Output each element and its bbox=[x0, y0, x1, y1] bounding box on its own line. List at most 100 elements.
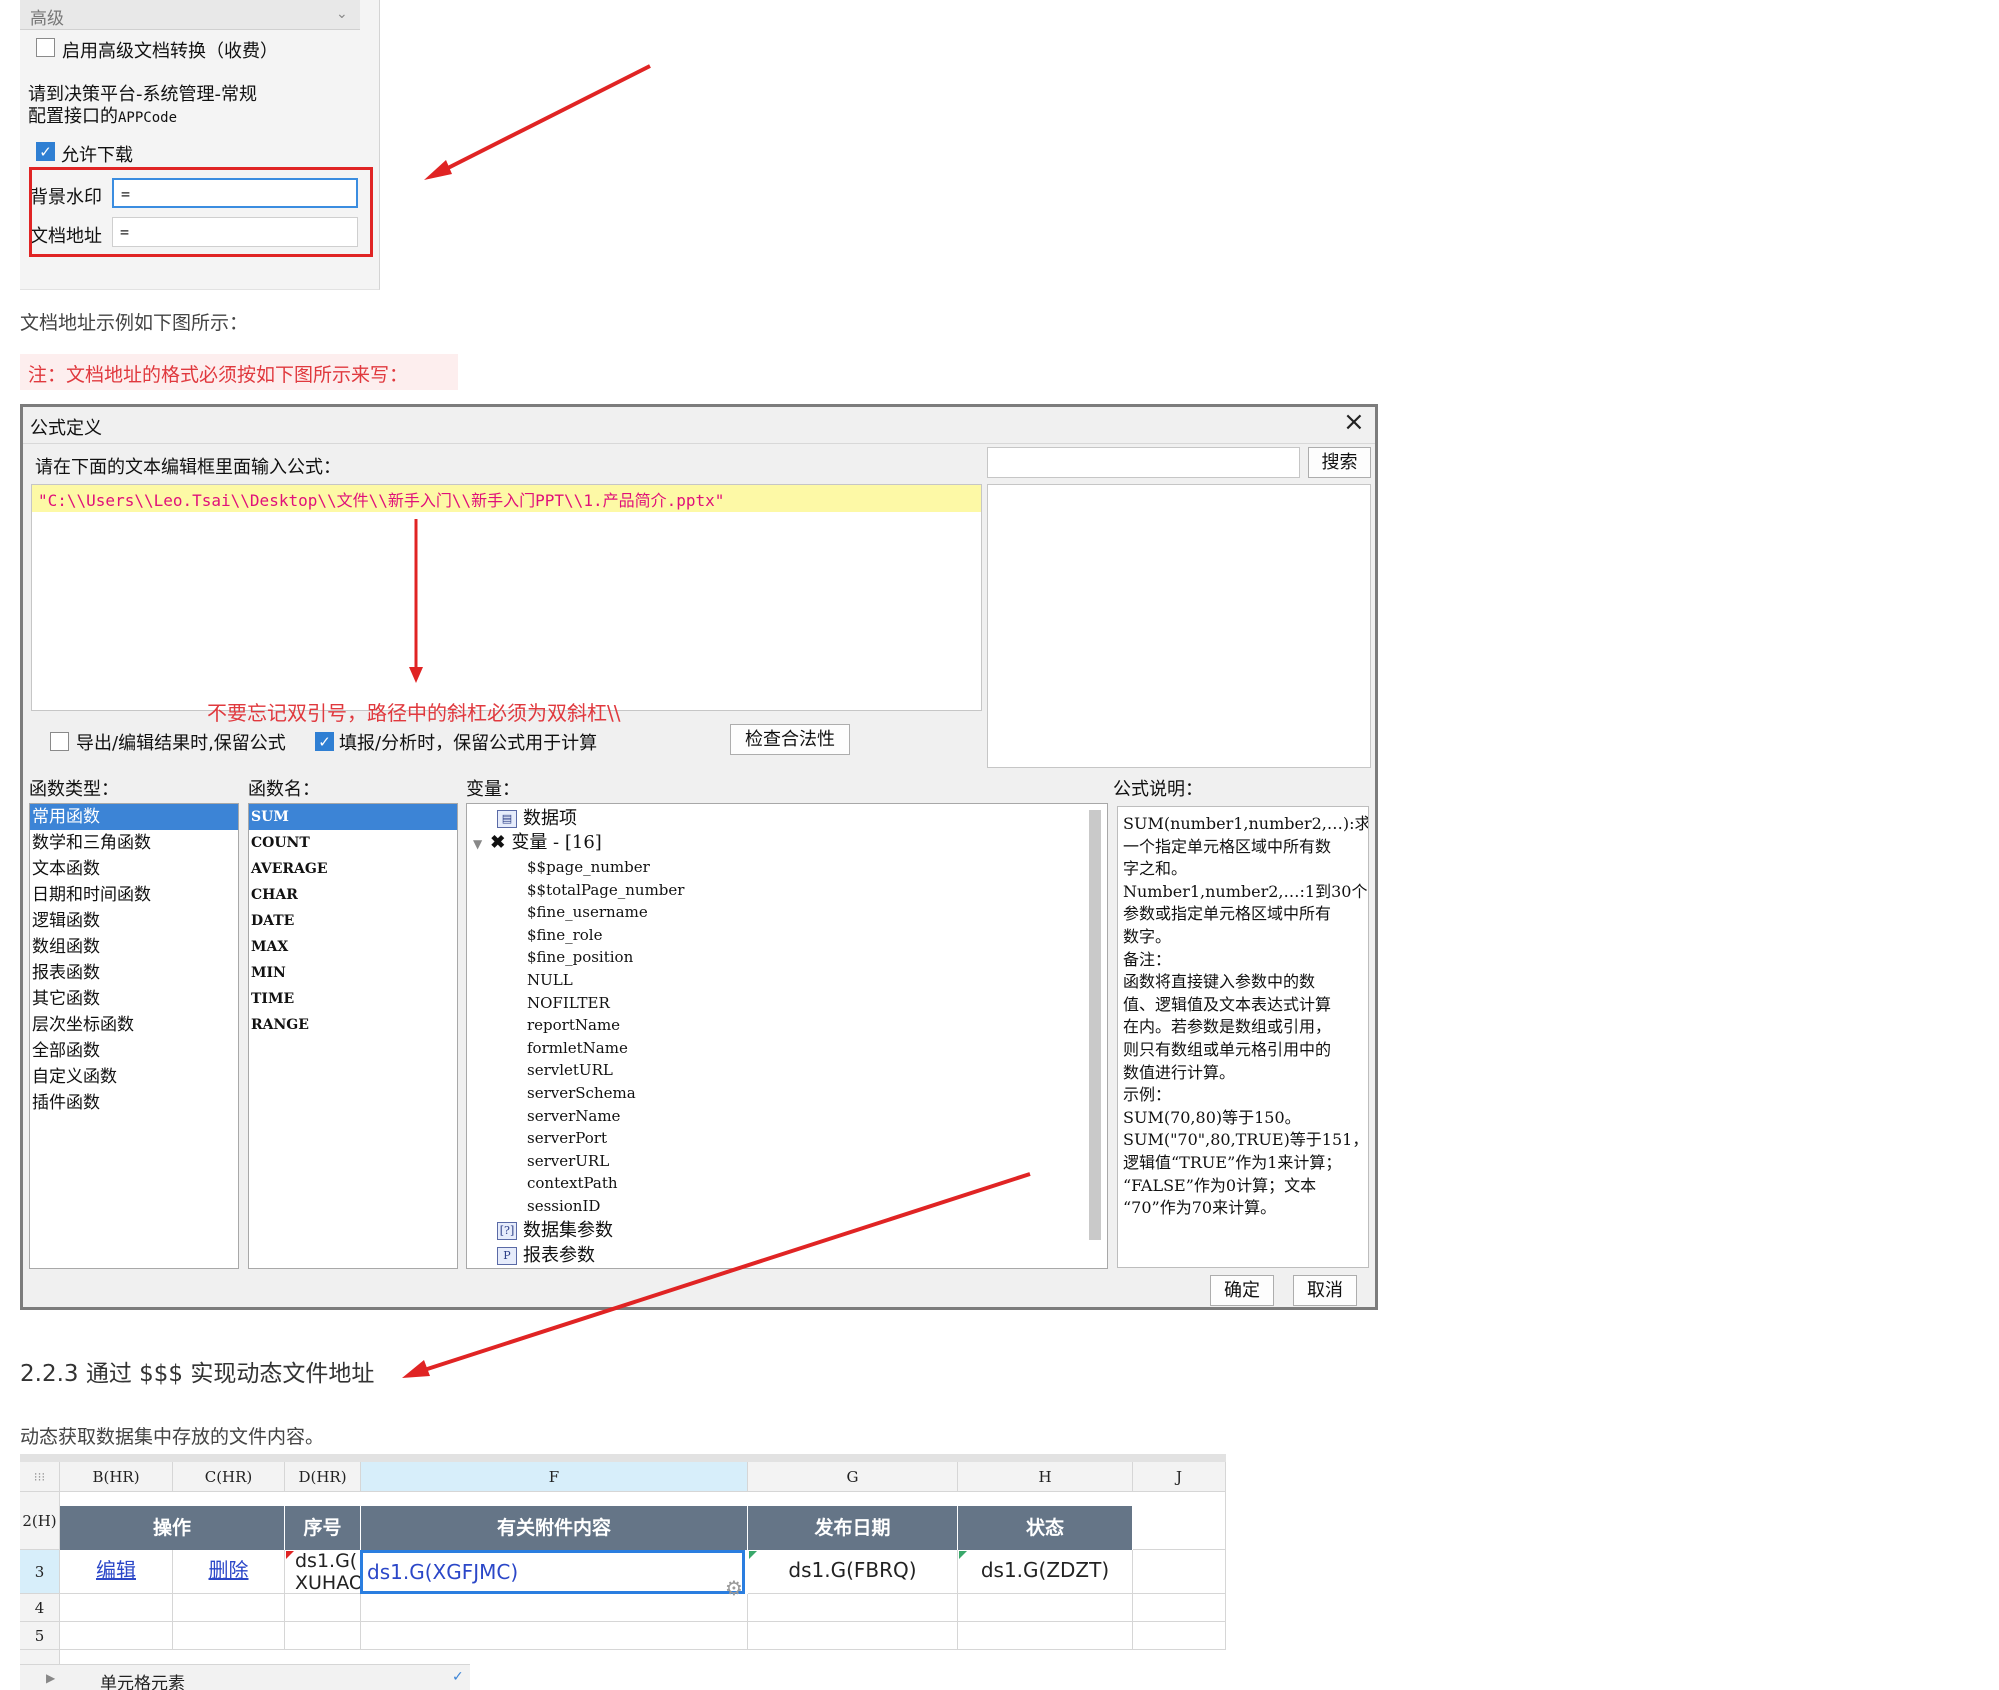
table-cell[interactable] bbox=[60, 1594, 173, 1622]
variable-item[interactable]: serverName bbox=[527, 1105, 684, 1128]
edit-link[interactable]: 编辑 bbox=[96, 1558, 136, 1582]
func-name-item[interactable]: TIME bbox=[249, 986, 457, 1012]
func-type-item[interactable]: 常用函数 bbox=[30, 804, 238, 830]
table-cell[interactable] bbox=[1133, 1622, 1226, 1650]
func-type-item[interactable]: 文本函数 bbox=[30, 856, 238, 882]
row-header[interactable]: 2(H) bbox=[20, 1492, 60, 1550]
table-cell[interactable]: ds1.G(ZDZT) bbox=[958, 1550, 1133, 1594]
func-name-item[interactable]: DATE bbox=[249, 908, 457, 934]
func-name-item[interactable]: AVERAGE bbox=[249, 856, 457, 882]
advanced-section-header[interactable]: 高级 ⌄ bbox=[20, 0, 360, 30]
func-type-item[interactable]: 全部函数 bbox=[30, 1038, 238, 1064]
func-name-item[interactable]: RANGE bbox=[249, 1012, 457, 1038]
column-header[interactable]: G bbox=[748, 1462, 958, 1492]
select-all-corner[interactable]: ⁝⁝⁝ bbox=[20, 1462, 60, 1492]
column-header[interactable]: F bbox=[361, 1462, 748, 1492]
func-name-item[interactable]: COUNT bbox=[249, 830, 457, 856]
func-type-item[interactable]: 插件函数 bbox=[30, 1090, 238, 1116]
column-header[interactable]: H bbox=[958, 1462, 1133, 1492]
func-type-item[interactable]: 逻辑函数 bbox=[30, 908, 238, 934]
table-cell[interactable] bbox=[1133, 1492, 1226, 1550]
func-name-item[interactable]: MIN bbox=[249, 960, 457, 986]
desc-line: SUM("70",80,TRUE)等于151， bbox=[1123, 1130, 1369, 1150]
tree-node-report-params[interactable]: P 报表参数 bbox=[497, 1243, 595, 1268]
variable-item[interactable]: reportName bbox=[527, 1014, 684, 1037]
chevron-down-icon[interactable]: ⌄ bbox=[336, 6, 348, 22]
table-header-cell[interactable]: 有关附件内容 bbox=[361, 1506, 748, 1550]
func-type-item[interactable]: 层次坐标函数 bbox=[30, 1012, 238, 1038]
chevron-right-icon[interactable]: ▶ bbox=[46, 1671, 55, 1685]
table-cell[interactable]: 删除 bbox=[173, 1550, 285, 1594]
func-type-item[interactable]: 数学和三角函数 bbox=[30, 830, 238, 856]
ok-button[interactable]: 确定 bbox=[1210, 1275, 1274, 1306]
variable-item[interactable]: NULL bbox=[527, 969, 684, 992]
table-cell[interactable]: ds1.G( XUHAO bbox=[285, 1550, 361, 1594]
func-type-item[interactable]: 数组函数 bbox=[30, 934, 238, 960]
table-cell[interactable] bbox=[60, 1622, 173, 1650]
row-header[interactable]: 4 bbox=[20, 1594, 60, 1622]
keep-formula-export-checkbox[interactable] bbox=[50, 732, 69, 751]
table-cell[interactable] bbox=[173, 1594, 285, 1622]
cancel-button[interactable]: 取消 bbox=[1293, 1275, 1357, 1306]
table-cell[interactable] bbox=[958, 1594, 1133, 1622]
func-type-item[interactable]: 自定义函数 bbox=[30, 1064, 238, 1090]
table-cell[interactable] bbox=[1133, 1550, 1226, 1594]
column-header[interactable]: D(HR) bbox=[285, 1462, 361, 1492]
row-header[interactable]: 3 bbox=[20, 1550, 60, 1594]
func-name-item[interactable]: CHAR bbox=[249, 882, 457, 908]
variable-item[interactable]: $fine_position bbox=[527, 946, 684, 969]
variable-scrollbar[interactable] bbox=[1089, 810, 1101, 1240]
variable-item[interactable]: formletName bbox=[527, 1037, 684, 1060]
advanced-convert-checkbox[interactable] bbox=[36, 38, 55, 57]
formula-editor[interactable]: "C:\\Users\\Leo.Tsai\\Desktop\\文件\\新手入门\… bbox=[31, 484, 982, 711]
chevron-down-icon[interactable]: ▼ bbox=[473, 837, 482, 851]
tree-node-data-items[interactable]: ▤ 数据项 bbox=[497, 806, 577, 831]
table-header-cell[interactable]: 状态 bbox=[958, 1506, 1133, 1550]
check-validity-button[interactable]: 检查合法性 bbox=[730, 724, 850, 755]
variable-item[interactable]: servletURL bbox=[527, 1059, 684, 1082]
tree-node-variables[interactable]: ▼ ✖ 变量 - [16] bbox=[473, 830, 602, 855]
column-header[interactable]: J bbox=[1133, 1462, 1226, 1492]
search-input[interactable] bbox=[987, 447, 1300, 478]
table-cell[interactable] bbox=[361, 1622, 748, 1650]
variable-item[interactable]: sessionID bbox=[527, 1195, 684, 1218]
table-header-cell[interactable]: 序号 bbox=[285, 1506, 361, 1550]
close-icon[interactable]: × bbox=[1343, 407, 1365, 437]
variable-item[interactable]: $$totalPage_number bbox=[527, 879, 684, 902]
variable-item[interactable]: contextPath bbox=[527, 1172, 684, 1195]
variable-item[interactable]: NOFILTER bbox=[527, 992, 684, 1015]
tree-node-dataset-params[interactable]: [?] 数据集参数 bbox=[497, 1218, 613, 1243]
variable-item[interactable]: serverURL bbox=[527, 1150, 684, 1173]
selected-cell[interactable]: ds1.G(XGFJMC) bbox=[360, 1550, 745, 1594]
table-cell[interactable] bbox=[748, 1622, 958, 1650]
table-header-cell[interactable]: 发布日期 bbox=[748, 1506, 958, 1550]
func-type-item[interactable]: 日期和时间函数 bbox=[30, 882, 238, 908]
table-cell[interactable] bbox=[958, 1622, 1133, 1650]
delete-link[interactable]: 删除 bbox=[209, 1558, 249, 1582]
table-cell[interactable] bbox=[748, 1594, 958, 1622]
func-name-item[interactable]: MAX bbox=[249, 934, 457, 960]
table-cell[interactable]: 编辑 bbox=[60, 1550, 173, 1594]
table-cell[interactable] bbox=[173, 1622, 285, 1650]
serial-cell-wrap: XUHAO bbox=[295, 1572, 361, 1594]
table-cell[interactable] bbox=[361, 1594, 748, 1622]
allow-download-checkbox[interactable]: ✓ bbox=[36, 142, 55, 161]
func-type-item[interactable]: 报表函数 bbox=[30, 960, 238, 986]
table-cell[interactable] bbox=[285, 1594, 361, 1622]
func-name-item[interactable]: SUM bbox=[249, 804, 457, 830]
variable-item[interactable]: serverSchema bbox=[527, 1082, 684, 1105]
row-header[interactable]: 5 bbox=[20, 1622, 60, 1650]
search-button[interactable]: 搜索 bbox=[1308, 447, 1371, 478]
variable-item[interactable]: $fine_role bbox=[527, 924, 684, 947]
table-cell[interactable] bbox=[285, 1622, 361, 1650]
keep-formula-fill-checkbox[interactable]: ✓ bbox=[315, 732, 334, 751]
variable-item[interactable]: $fine_username bbox=[527, 901, 684, 924]
column-header[interactable]: B(HR) bbox=[60, 1462, 173, 1492]
variable-item[interactable]: serverPort bbox=[527, 1127, 684, 1150]
table-header-cell[interactable]: 操作 bbox=[60, 1506, 285, 1550]
func-type-item[interactable]: 其它函数 bbox=[30, 986, 238, 1012]
table-cell[interactable]: ds1.G(FBRQ) bbox=[748, 1550, 958, 1594]
table-cell[interactable] bbox=[1133, 1594, 1226, 1622]
variable-item[interactable]: $$page_number bbox=[527, 856, 684, 879]
column-header[interactable]: C(HR) bbox=[173, 1462, 285, 1492]
